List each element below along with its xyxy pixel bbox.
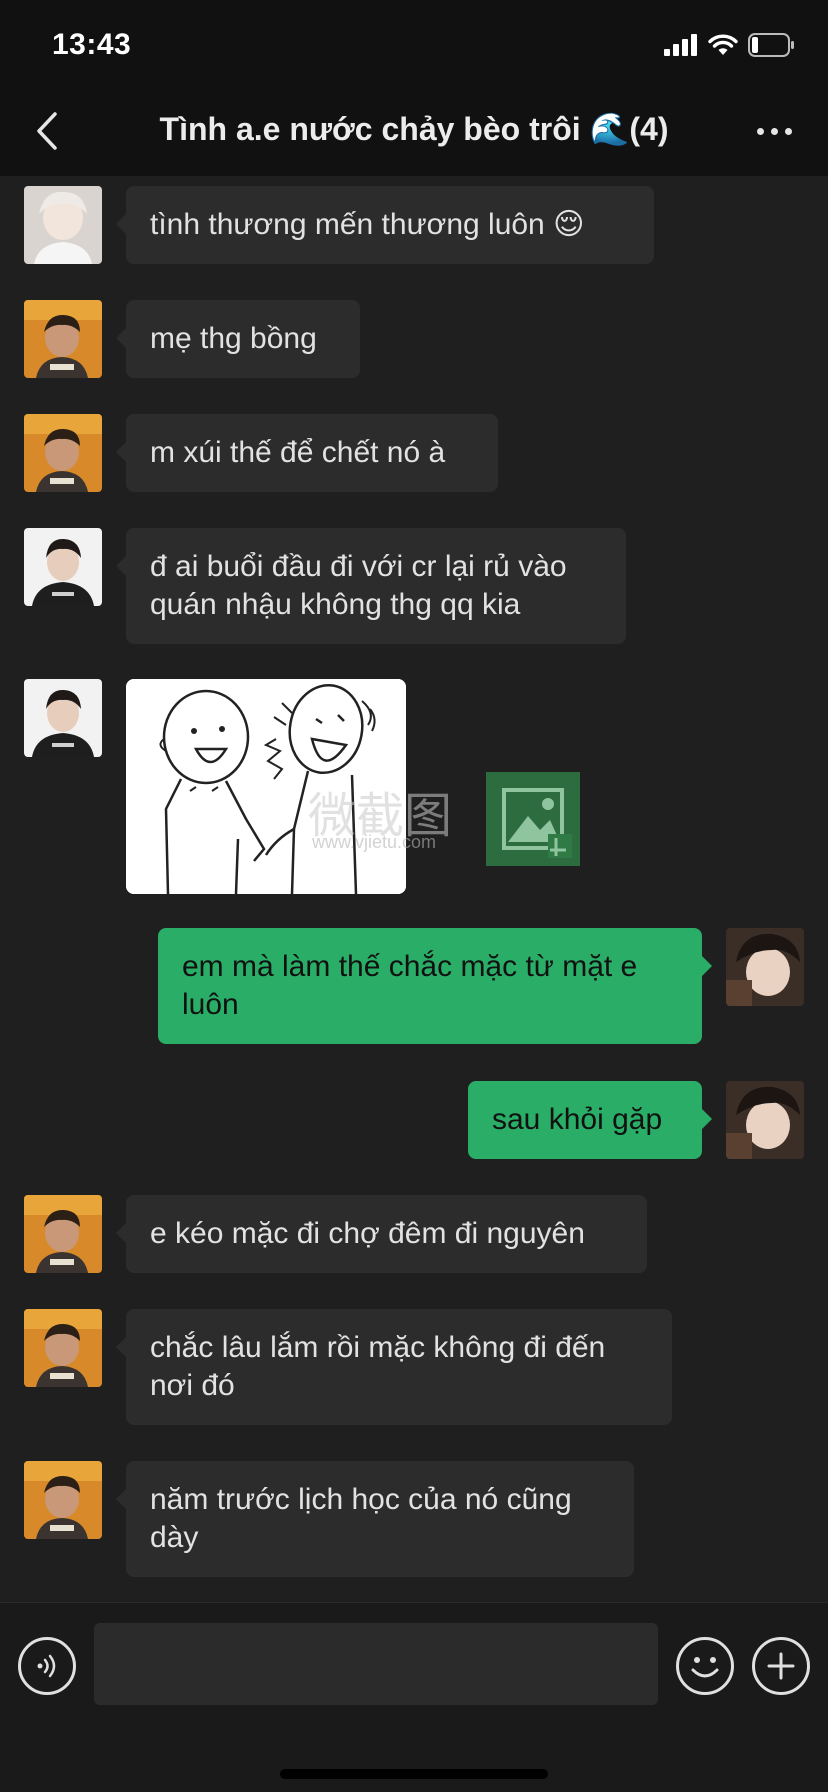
message-text: tình thương mến thương luôn 😌 (150, 208, 585, 241)
message-bubble[interactable]: mẹ thg bồng (116, 300, 360, 378)
message-input[interactable] (94, 1623, 658, 1705)
ellipsis-dot (784, 127, 792, 135)
status-bar: 13:43 (0, 0, 828, 88)
status-time: 13:43 (52, 28, 132, 61)
message-bubble[interactable]: tình thương mến thương luôn 😌 (116, 186, 654, 264)
status-icons (664, 30, 796, 60)
avatar[interactable] (24, 300, 102, 378)
battery-icon (748, 33, 794, 57)
message-text: mẹ thg bồng (150, 322, 317, 355)
avatar-self[interactable] (726, 1081, 804, 1159)
message-text: m xúi thế để chết nó à (150, 436, 446, 469)
avatar[interactable] (24, 1309, 102, 1387)
voice-wave-icon (37, 1654, 56, 1678)
plus-icon (767, 1652, 795, 1680)
cellular-signal-icon (664, 34, 697, 56)
message-bubble[interactable]: chắc lâu lắm rồi mặc không đi đến nơi đó (116, 1309, 672, 1425)
avatar-self[interactable] (726, 928, 804, 1006)
chat-area[interactable]: tình thương mến thương luôn 😌 mẹ thg bồn… (0, 176, 828, 1602)
back-button[interactable] (22, 106, 72, 156)
more-button[interactable] (744, 106, 804, 156)
emoji-button[interactable] (676, 1637, 734, 1695)
input-bar (0, 1602, 828, 1792)
avatar[interactable] (24, 186, 102, 264)
voice-button[interactable] (18, 1637, 76, 1695)
avatar[interactable] (24, 528, 102, 606)
message-text: năm trước lịch học của nó cũng dày (150, 1483, 572, 1554)
nav-bar: Tình a.e nước chảy bèo trôi 🌊(4) (0, 88, 828, 176)
message-bubble[interactable]: e kéo mặc đi chợ đêm đi nguyên (116, 1195, 647, 1273)
image-icon (486, 772, 580, 866)
ellipsis-dot (756, 127, 764, 135)
message-bubble[interactable]: m xúi thế để chết nó à (116, 414, 498, 492)
message-bubble[interactable]: đ ai buổi đầu đi với cr lại rủ vào quán … (116, 528, 626, 644)
watermark: 微截图 www.vjietu.com (300, 772, 580, 868)
watermark-url: www.vjietu.com (312, 832, 437, 852)
message-text: e kéo mặc đi chợ đêm đi nguyên (150, 1217, 585, 1250)
message-bubble-outgoing[interactable]: em mà làm thế chắc mặc từ mặt e luôn (158, 928, 712, 1044)
wifi-icon (708, 34, 738, 55)
chevron-left-icon (37, 112, 57, 150)
ellipsis-dot (770, 127, 778, 135)
message-bubble[interactable]: năm trước lịch học của nó cũng dày (116, 1461, 634, 1577)
avatar[interactable] (24, 679, 102, 757)
chat-title: Tình a.e nước chảy bèo trôi 🌊(4) (159, 111, 669, 147)
avatar[interactable] (24, 414, 102, 492)
message-bubble-outgoing[interactable]: sau khỏi gặp (468, 1081, 712, 1159)
message-text: em mà làm thế chắc mặc từ mặt e luôn (182, 950, 638, 1021)
message-text: đ ai buổi đầu đi với cr lại rủ vào quán … (150, 550, 567, 621)
avatar[interactable] (24, 1461, 102, 1539)
smiley-icon (691, 1657, 719, 1678)
add-button[interactable] (752, 1637, 810, 1695)
message-text: chắc lâu lắm rồi mặc không đi đến nơi đó (150, 1331, 606, 1402)
message-text: sau khỏi gặp (492, 1103, 663, 1136)
avatar[interactable] (24, 1195, 102, 1273)
home-indicator[interactable] (280, 1769, 548, 1779)
